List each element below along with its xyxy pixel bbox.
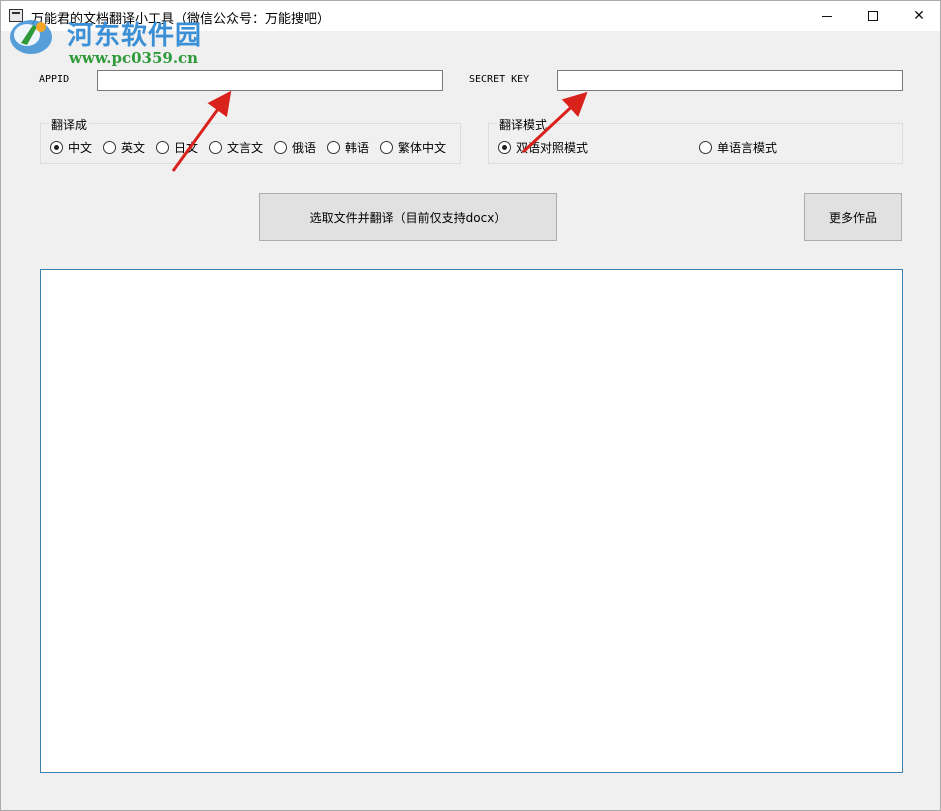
radio-mode-single[interactable]: 单语言模式 [699,139,777,156]
radio-lang-classical-chinese[interactable]: 文言文 [209,139,263,156]
title-bar[interactable]: 万能君的文档翻译小工具（微信公众号：万能搜吧） ✕ [1,1,940,31]
app-icon [9,9,23,22]
appid-input[interactable] [97,70,443,91]
radio-label: 繁体中文 [398,141,447,155]
window-title: 万能君的文档翻译小工具（微信公众号：万能搜吧） [31,12,331,27]
radio-label: 英文 [121,141,146,155]
radio-checked-icon [50,141,63,154]
radio-unchecked-icon [699,141,712,154]
secret-key-input[interactable] [557,70,903,91]
close-icon: ✕ [913,8,925,24]
radio-lang-english[interactable]: 英文 [103,139,145,156]
radio-lang-chinese[interactable]: 中文 [50,139,92,156]
appid-label: APPID [39,74,70,85]
radio-unchecked-icon [327,141,340,154]
radio-checked-icon [498,141,511,154]
radio-lang-traditional-chinese[interactable]: 繁体中文 [380,139,446,156]
translate-mode-title: 翻译模式 [497,116,550,133]
maximize-button[interactable] [850,1,896,31]
radio-lang-japanese[interactable]: 日文 [156,139,198,156]
radio-label: 文言文 [227,141,264,155]
radio-label: 俄语 [292,141,317,155]
maximize-icon [868,11,878,21]
radio-unchecked-icon [274,141,287,154]
close-button[interactable]: ✕ [896,1,941,31]
radio-label: 日文 [174,141,199,155]
radio-lang-russian[interactable]: 俄语 [274,139,316,156]
radio-unchecked-icon [156,141,169,154]
radio-unchecked-icon [209,141,222,154]
radio-label: 中文 [68,141,93,155]
radio-unchecked-icon [103,141,116,154]
translate-to-title: 翻译成 [49,116,90,133]
output-textarea[interactable] [40,269,903,773]
more-works-button[interactable]: 更多作品 [804,193,902,241]
radio-mode-bilingual[interactable]: 双语对照模式 [498,139,588,156]
watermark-url: www.pc0359.cn [69,49,199,67]
radio-label: 单语言模式 [717,141,778,155]
select-file-translate-button[interactable]: 选取文件并翻译（目前仅支持docx） [259,193,557,241]
secret-key-label: SECRET KEY [469,74,530,85]
radio-label: 韩语 [345,141,370,155]
main-window: 万能君的文档翻译小工具（微信公众号：万能搜吧） ✕ 河东软件园 www.pc03… [0,0,941,811]
radio-unchecked-icon [380,141,393,154]
radio-label: 双语对照模式 [516,141,589,155]
minimize-button[interactable] [804,1,850,31]
minimize-icon [822,15,832,17]
radio-lang-korean[interactable]: 韩语 [327,139,369,156]
